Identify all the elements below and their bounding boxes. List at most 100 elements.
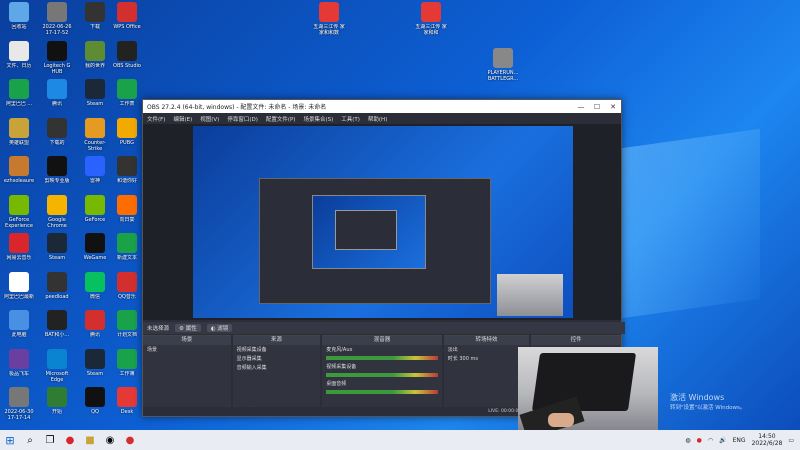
desktop-icon[interactable]: Desk	[110, 387, 144, 421]
obs-title-bar[interactable]: OBS 27.2.4 (64-bit, windows) - 配置文件: 未命名…	[143, 100, 621, 113]
app-icon	[85, 387, 105, 407]
desktop-icon[interactable]: 腾讯	[40, 79, 74, 113]
taskview-icon[interactable]: ❐	[40, 430, 60, 450]
desktop-icon[interactable]: peedload	[40, 271, 74, 306]
desktop-icon[interactable]: 向日葵	[110, 194, 144, 229]
desktop-icon[interactable]: GeForce Experience	[2, 194, 36, 229]
maximize-button[interactable]: ☐	[589, 103, 605, 111]
wifi-icon[interactable]: ◠	[708, 437, 713, 444]
audio-meter[interactable]	[326, 390, 438, 394]
menu-help[interactable]: 帮助(H)	[368, 115, 387, 123]
desktop-icon[interactable]: 网易云音乐	[2, 233, 36, 267]
desktop-icon[interactable]: 剪映专业版	[40, 156, 74, 190]
notification-icon[interactable]: ▭	[788, 437, 794, 444]
desktop-icon[interactable]: Google Chrome	[40, 194, 74, 229]
desktop-icon[interactable]: 极品飞车	[2, 348, 36, 383]
desktop-icon[interactable]: 新建文本	[110, 233, 144, 267]
app-icon	[47, 348, 67, 369]
netease-tray-icon[interactable]: ●	[697, 437, 702, 444]
desktop-icon-label: 工作簿	[119, 370, 135, 377]
obs-menu-bar: 文件(F) 编辑(E) 视图(V) 停靠窗口(D) 配置文件(P) 场景集合(S…	[143, 113, 621, 124]
app-taskbar-icon[interactable]: ●	[120, 430, 140, 450]
desktop-icon[interactable]: 和谐你好	[110, 156, 144, 190]
desktop-icon[interactable]: PUBG	[110, 117, 144, 152]
app-icon	[47, 310, 67, 330]
desktop-icon[interactable]: Counter-Strike	[78, 117, 112, 152]
app-icon	[85, 194, 105, 215]
minimize-button[interactable]: —	[573, 103, 589, 111]
desktop-icon[interactable]: WeGame	[78, 233, 112, 267]
transition-select[interactable]: 淡出	[444, 345, 530, 354]
desktop-icon[interactable]: 工作表	[110, 79, 144, 113]
desktop-icon[interactable]: Steam	[40, 233, 74, 267]
windows-start-icon[interactable]: ⊞	[0, 430, 20, 450]
menu-profile[interactable]: 配置文件(P)	[266, 115, 296, 123]
desktop-icon[interactable]: 此电脑	[2, 310, 36, 344]
source-item[interactable]: 音频输入采集	[233, 363, 321, 372]
desktop-icon[interactable]: 下载	[78, 2, 112, 36]
menu-file[interactable]: 文件(F)	[147, 115, 165, 123]
close-button[interactable]: ✕	[605, 103, 621, 111]
desktop-icon[interactable]: 工作簿	[110, 348, 144, 383]
cat-app-icon[interactable]: ■	[80, 430, 100, 450]
duration-input[interactable]: 300 ms	[459, 356, 478, 362]
desktop-icon[interactable]: 阿里巴巴最新	[2, 271, 36, 306]
desktop-icon[interactable]: WPS Office	[110, 2, 144, 36]
desktop-icon-label: peedload	[45, 293, 69, 300]
desktop-icon[interactable]: ezhsoleaure	[2, 156, 36, 190]
properties-button[interactable]: ⚙ 属性	[175, 324, 201, 332]
obs-preview[interactable]	[143, 124, 621, 320]
desktop-icon[interactable]: Microsoft Edge	[40, 348, 74, 383]
audio-meter[interactable]	[326, 373, 438, 377]
scene-item[interactable]: 场景	[143, 345, 231, 354]
desktop-icon[interactable]: BAT和小...	[40, 310, 74, 344]
desktop-icon[interactable]: Steam	[78, 348, 112, 383]
menu-docks[interactable]: 停靠窗口(D)	[227, 115, 258, 123]
desktop-icon[interactable]: 开始	[40, 387, 74, 421]
desktop-icon[interactable]: 文件、日历	[2, 40, 36, 75]
desktop-icon[interactable]: OBS Studio	[110, 40, 144, 75]
steam-tray-icon[interactable]: ◍	[685, 437, 690, 444]
source-item[interactable]: 视频采集设备	[233, 345, 321, 354]
desktop-icon-label: 2022-06-30 17-17-14	[4, 409, 34, 421]
menu-edit[interactable]: 编辑(E)	[173, 115, 192, 123]
app-icon	[47, 233, 67, 253]
menu-view[interactable]: 视图(V)	[200, 115, 219, 123]
source-item[interactable]: 显示器采集	[233, 354, 321, 363]
desktop-icon[interactable]: 雷神	[78, 156, 112, 190]
desktop-file-icon[interactable]: PLAYERUN... BATTLEGR...	[486, 48, 520, 82]
desktop-icon-label: BAT和小...	[44, 332, 70, 338]
file-icon	[319, 2, 339, 22]
desktop-icon-label: 和谐你好	[116, 178, 137, 184]
desktop-file-icon[interactable]: 五湖三江传 家家和和数	[312, 2, 346, 36]
audio-meter[interactable]	[326, 356, 438, 360]
menu-tools[interactable]: 工具(T)	[341, 115, 360, 123]
volume-icon[interactable]: 🔊	[719, 437, 726, 444]
desktop-icon[interactable]: 计划文档	[110, 310, 144, 344]
netease-icon[interactable]: ●	[60, 430, 80, 450]
search-icon[interactable]: ⌕	[20, 430, 40, 450]
desktop-icon[interactable]: QQ	[78, 387, 112, 421]
desktop-icon[interactable]: 2022-06-30 17-17-14	[2, 387, 36, 421]
desktop-icon[interactable]: Logitech G HUB	[40, 40, 74, 75]
language-indicator[interactable]: ENG	[733, 437, 746, 444]
nested-obs-window	[259, 178, 491, 304]
desktop-icon-label: PUBG	[120, 139, 134, 146]
desktop-icon[interactable]: 回收站	[2, 2, 36, 36]
desktop-icon[interactable]: 英雄联盟	[2, 117, 36, 152]
desktop-icon[interactable]: 微信	[78, 271, 112, 306]
obs-taskbar-icon[interactable]: ◉	[100, 430, 120, 450]
desktop-icon[interactable]: Steam	[78, 79, 112, 113]
desktop-icon[interactable]: 阿里巴巴 ...	[2, 79, 36, 113]
filters-button[interactable]: ◐ 滤镜	[206, 324, 233, 332]
desktop-icon[interactable]: 2022-06-26 17-17-52	[40, 2, 74, 36]
desktop-icon[interactable]: 我的世界	[78, 40, 112, 75]
desktop-icon[interactable]: 腾讯	[78, 310, 112, 344]
desktop-icon[interactable]: GeForce	[78, 194, 112, 229]
desktop-icon-label: 雷神	[89, 178, 100, 184]
desktop-icon[interactable]: 下载的	[40, 117, 74, 152]
clock[interactable]: 14:50 2022/6/28	[752, 433, 783, 447]
desktop-file-icon[interactable]: 五湖三江传 家家和和	[414, 2, 448, 36]
menu-scene-collection[interactable]: 场景集合(S)	[303, 115, 333, 123]
desktop-icon[interactable]: QQ音乐	[110, 271, 144, 306]
